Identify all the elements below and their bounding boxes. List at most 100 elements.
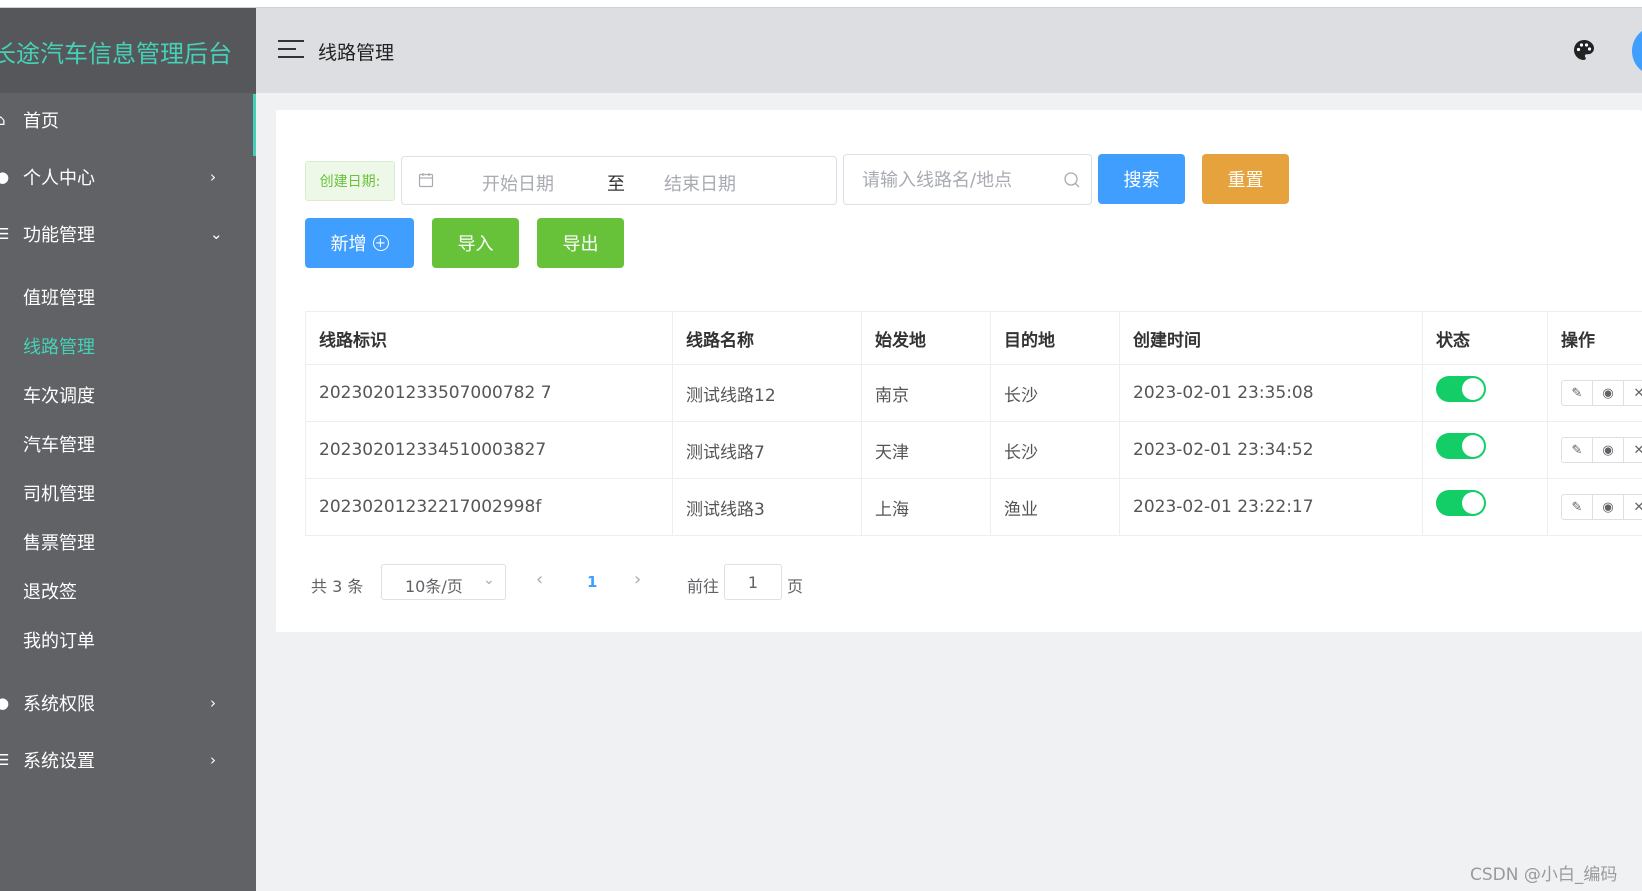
view-icon[interactable]: ◉ (1592, 380, 1624, 406)
prev-page-icon[interactable]: ‹ (536, 569, 543, 590)
chevron-right-icon: › (210, 751, 216, 769)
column-header-origin: 始发地 (861, 311, 991, 365)
sidebar-item-bus-management[interactable]: 汽车管理 (0, 418, 256, 470)
actions-cell: ✎◉✕ (1547, 364, 1642, 422)
destination-cell: 长沙 (990, 364, 1120, 422)
table-row: 202302012334510003827 测试线路7 天津 长沙 2023-0… (305, 421, 1642, 479)
created-time-cell: 2023-02-01 23:22:17 (1119, 478, 1423, 536)
column-header-destination: 目的地 (990, 311, 1120, 365)
sidebar-item-duty-management[interactable]: 值班管理 (0, 271, 256, 323)
app-title: 长途汽车信息管理后台 (0, 40, 232, 68)
view-icon[interactable]: ◉ (1592, 494, 1624, 520)
column-header-status: 状态 (1422, 311, 1548, 365)
view-icon[interactable]: ◉ (1592, 437, 1624, 463)
page-size-value: 10条/页 (405, 577, 463, 596)
column-header-route-name: 线路名称 (672, 311, 862, 365)
sidebar-item-personal-center[interactable]: ● 个人中心 › (0, 151, 256, 203)
edit-icon[interactable]: ✎ (1561, 494, 1593, 520)
route-search-field (843, 154, 1092, 205)
avatar[interactable] (1632, 26, 1642, 76)
current-page-number[interactable]: 1 (587, 573, 597, 591)
route-name-cell: 测试线路7 (672, 421, 862, 479)
table-header-row: 线路标识 线路名称 始发地 目的地 创建时间 状态 操作 (305, 311, 1642, 365)
page-size-select[interactable]: 10条/页 ⌄ (381, 564, 506, 600)
sidebar-item-system-permissions[interactable]: ● 系统权限 › (0, 677, 256, 729)
origin-cell: 南京 (861, 364, 991, 422)
origin-cell: 天津 (861, 421, 991, 479)
import-button[interactable]: 导入 (432, 218, 519, 268)
delete-icon[interactable]: ✕ (1623, 437, 1642, 463)
sidebar-item-ticket-management[interactable]: 售票管理 (0, 516, 256, 568)
sidebar-item-function-management[interactable]: ☰ 功能管理 ⌄ (0, 208, 256, 260)
routes-table: 线路标识 线路名称 始发地 目的地 创建时间 状态 操作 20230201233… (305, 311, 1642, 536)
route-name-cell: 测试线路3 (672, 478, 862, 536)
actions-cell: ✎◉✕ (1547, 478, 1642, 536)
sidebar-item-refund-change[interactable]: 退改签 (0, 565, 256, 617)
end-date-input[interactable]: 结束日期 (664, 170, 736, 196)
search-icon (1064, 172, 1080, 188)
column-header-route-id: 线路标识 (305, 311, 673, 365)
add-button[interactable]: 新增 + (305, 218, 414, 268)
settings-icon: ☰ (0, 751, 10, 769)
sidebar-item-system-settings[interactable]: ☰ 系统设置 › (0, 734, 256, 786)
user-icon: ● (0, 168, 10, 186)
route-search-input[interactable] (862, 167, 1062, 193)
start-date-input[interactable]: 开始日期 (482, 170, 554, 196)
route-name-cell: 测试线路12 (672, 364, 862, 422)
sidebar-item-driver-management[interactable]: 司机管理 (0, 467, 256, 519)
edit-icon[interactable]: ✎ (1561, 437, 1593, 463)
status-cell (1422, 478, 1548, 536)
active-indicator (253, 94, 256, 156)
chevron-down-icon: ⌄ (210, 225, 223, 243)
route-id-cell: 202302012334510003827 (305, 421, 673, 479)
table-row: 20230201233507000782 7 测试线路12 南京 长沙 2023… (305, 364, 1642, 422)
calendar-icon (418, 173, 434, 188)
watermark: CSDN @小白_编码 (1470, 865, 1618, 885)
destination-cell: 渔业 (990, 478, 1120, 536)
sidebar-item-label: 售票管理 (23, 533, 95, 554)
next-page-icon[interactable]: › (634, 569, 641, 590)
sidebar-item-label: 系统设置 (23, 751, 95, 772)
sidebar-item-label: 我的订单 (23, 631, 95, 652)
actions-cell: ✎◉✕ (1547, 421, 1642, 479)
palette-icon[interactable] (1572, 38, 1596, 62)
sidebar-item-label: 退改签 (23, 582, 77, 603)
chevron-right-icon: › (210, 694, 216, 712)
status-toggle[interactable] (1436, 490, 1486, 516)
goto-page-input[interactable] (724, 564, 782, 600)
export-button[interactable]: 导出 (537, 218, 624, 268)
origin-cell: 上海 (861, 478, 991, 536)
sidebar-item-my-orders[interactable]: 我的订单 (0, 614, 256, 666)
goto-suffix: 页 (787, 577, 804, 596)
sidebar-item-home[interactable]: ⌂ 首页 (0, 94, 256, 146)
column-header-actions: 操作 (1547, 311, 1642, 365)
date-separator: 至 (607, 174, 625, 195)
status-toggle[interactable] (1436, 433, 1486, 459)
chevron-down-icon: ⌄ (483, 572, 495, 588)
window-top-edge (0, 0, 1642, 8)
date-range-picker[interactable]: 开始日期 至 结束日期 (401, 156, 837, 205)
status-cell (1422, 421, 1548, 479)
lock-icon: ● (0, 694, 10, 712)
sidebar-item-label: 车次调度 (23, 386, 95, 407)
sidebar-item-label: 线路管理 (23, 337, 95, 358)
top-header: 线路管理 (256, 8, 1642, 93)
goto-label: 前往 (687, 577, 720, 596)
brand: 长途汽车信息管理后台 (0, 8, 256, 93)
delete-icon[interactable]: ✕ (1623, 380, 1642, 406)
column-header-created-time: 创建时间 (1119, 311, 1423, 365)
created-time-cell: 2023-02-01 23:35:08 (1119, 364, 1423, 422)
sidebar-item-route-management[interactable]: 线路管理 (0, 320, 256, 372)
page-title: 线路管理 (318, 42, 395, 64)
reset-button[interactable]: 重置 (1202, 154, 1289, 204)
edit-icon[interactable]: ✎ (1561, 380, 1593, 406)
sidebar-item-label: 司机管理 (23, 484, 95, 505)
sidebar-item-trip-scheduling[interactable]: 车次调度 (0, 369, 256, 421)
table-row: 20230201232217002998f 测试线路3 上海 渔业 2023-0… (305, 478, 1642, 536)
date-filter-label: 创建日期: (305, 161, 395, 201)
sidebar-item-label: 汽车管理 (23, 435, 95, 456)
delete-icon[interactable]: ✕ (1623, 494, 1642, 520)
search-button[interactable]: 搜索 (1098, 154, 1185, 204)
status-toggle[interactable] (1436, 376, 1486, 402)
hamburger-menu-icon[interactable] (278, 40, 304, 58)
